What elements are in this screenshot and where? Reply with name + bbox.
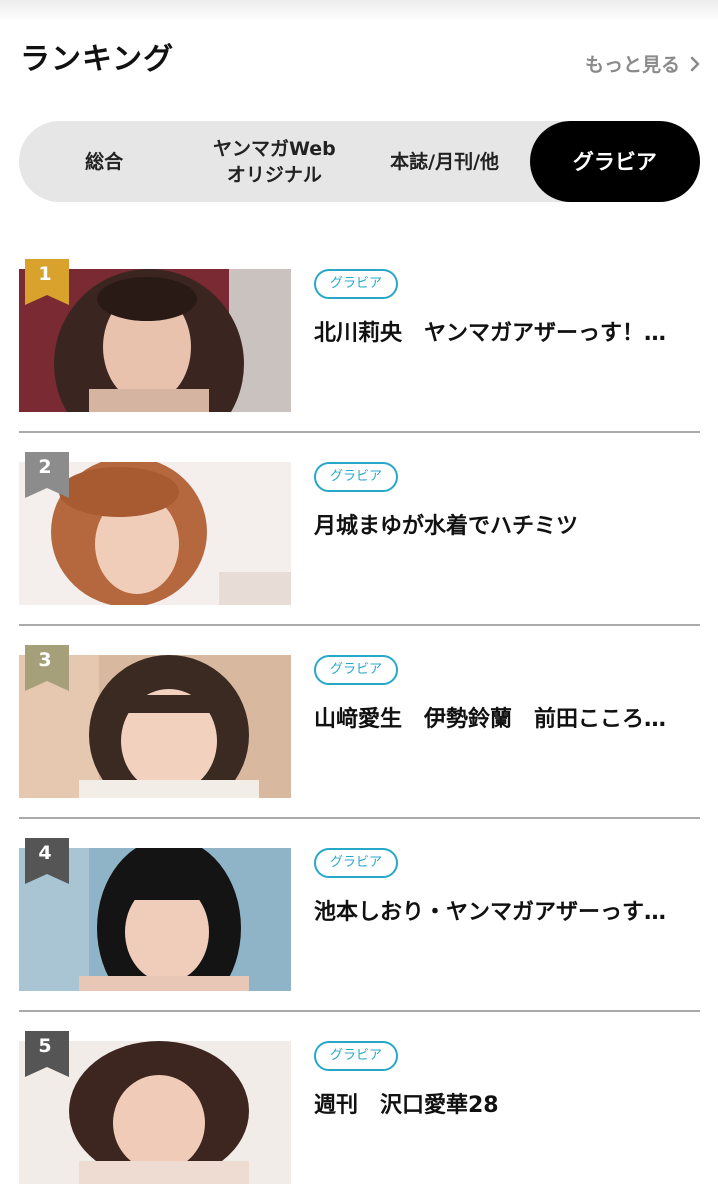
chevron-right-icon (690, 56, 700, 71)
rank-number: 4 (38, 842, 52, 864)
rank-number: 2 (38, 456, 52, 478)
tab-magazine-monthly-other[interactable]: 本誌/月刊/他 (360, 121, 530, 202)
ranking-item[interactable]: 1 グラビア 北川莉央 ヤンマガアザーっす！… (19, 240, 700, 433)
ranking-item[interactable]: 4 グラビア 池本しおり・ヤンマガアザーっす… (19, 819, 700, 1012)
item-title: 池本しおり・ヤンマガアザーっす… (314, 900, 667, 925)
category-tag: グラビア (314, 1041, 398, 1071)
item-title: 山﨑愛生 伊勢鈴蘭 前田こころ… (314, 707, 667, 732)
category-tag: グラビア (314, 462, 398, 492)
category-tabs: 総合 ヤンマガWeb オリジナル 本誌/月刊/他 グラビア (19, 121, 700, 202)
see-more-label: もっと見る (584, 54, 680, 76)
tab-gravure[interactable]: グラビア (529, 121, 700, 202)
ranking-header: ランキング もっと見る (20, 38, 700, 88)
rank-badge: 5 (25, 1031, 69, 1077)
rank-number: 1 (38, 263, 52, 285)
top-shadow (0, 0, 718, 22)
see-more-link[interactable]: もっと見る (585, 50, 700, 77)
ranking-list: 1 グラビア 北川莉央 ヤンマガアザーっす！… 2 グラビア 月城まゆが水着でハ… (19, 240, 700, 1200)
rank-badge: 2 (25, 452, 69, 498)
item-title: 月城まゆが水着でハチミツ (314, 514, 579, 539)
item-title: 週刊 沢口愛華28 (314, 1093, 499, 1118)
ranking-item[interactable]: 2 グラビア 月城まゆが水着でハチミツ (19, 433, 700, 626)
tab-yanmaga-web-original[interactable]: ヤンマガWeb オリジナル (189, 121, 359, 202)
category-tag: グラビア (314, 655, 398, 685)
item-title: 北川莉央 ヤンマガアザーっす！… (314, 321, 667, 346)
tab-overall[interactable]: 総合 (19, 121, 189, 202)
rank-badge: 3 (25, 645, 69, 691)
rank-number: 3 (38, 649, 52, 671)
page-title: ランキング (20, 42, 175, 77)
category-tag: グラビア (314, 269, 398, 299)
rank-number: 5 (38, 1035, 52, 1057)
ranking-item[interactable]: 3 グラビア 山﨑愛生 伊勢鈴蘭 前田こころ… (19, 626, 700, 819)
ranking-item[interactable]: 5 グラビア 週刊 沢口愛華28 (19, 1012, 700, 1200)
rank-badge: 4 (25, 838, 69, 884)
rank-badge: 1 (25, 259, 69, 305)
category-tag: グラビア (314, 848, 398, 878)
